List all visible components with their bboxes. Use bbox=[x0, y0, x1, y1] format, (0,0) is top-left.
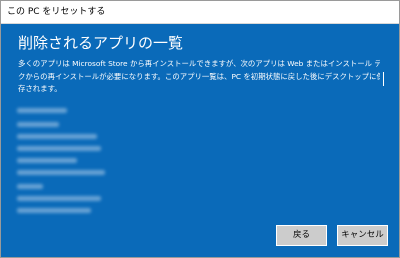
title-bar: この PC をリセットする bbox=[1, 1, 399, 24]
description-line: 多くのアプリは Microsoft Store から再インストールできますが、次… bbox=[18, 59, 380, 68]
list-item bbox=[17, 196, 101, 201]
list-item bbox=[17, 108, 67, 113]
list-item bbox=[17, 122, 59, 127]
list-item bbox=[17, 158, 77, 163]
app-list bbox=[17, 108, 137, 218]
description: 多くのアプリは Microsoft Store から再インストールできますが、次… bbox=[18, 58, 380, 96]
back-button[interactable]: 戻る bbox=[276, 225, 327, 246]
cancel-button[interactable]: キャンセル bbox=[337, 225, 388, 246]
page-title: 削除されるアプリの一覧 bbox=[18, 34, 184, 52]
list-item bbox=[17, 146, 101, 151]
description-line: クからの再インストールが必要になります。このアプリ一覧は、PC を初期状態に戻し… bbox=[18, 71, 380, 81]
list-item bbox=[17, 208, 91, 213]
reset-pc-dialog: この PC をリセットする 削除されるアプリの一覧 多くのアプリは Micros… bbox=[0, 0, 400, 258]
list-item bbox=[17, 170, 105, 175]
list-item bbox=[17, 134, 97, 139]
window-title: この PC をリセットする bbox=[7, 7, 106, 17]
description-line: 存されます。 bbox=[18, 84, 62, 93]
content-panel: 削除されるアプリの一覧 多くのアプリは Microsoft Store から再イ… bbox=[1, 24, 399, 257]
list-item bbox=[17, 184, 43, 189]
scrollbar[interactable] bbox=[383, 72, 384, 86]
